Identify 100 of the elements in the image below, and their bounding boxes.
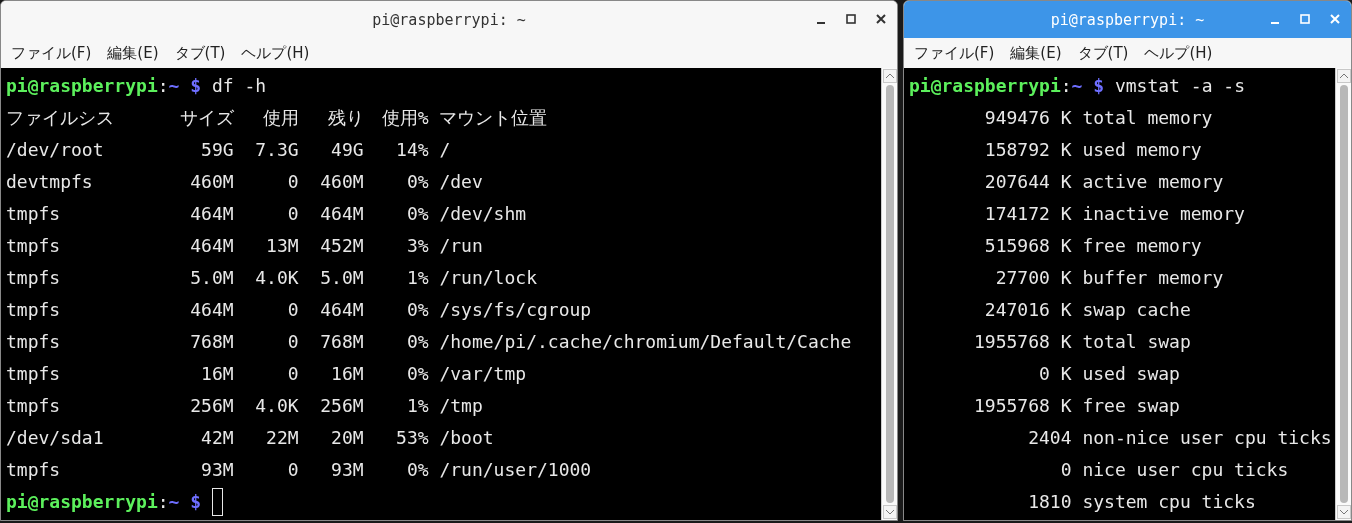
table-cell-text: devtmpfs	[6, 170, 94, 194]
table-cell-text: 0	[286, 458, 299, 482]
table-cell-text: 4.0K	[254, 394, 299, 418]
table-cell-text: 14%	[395, 138, 429, 162]
table-cell-text: 5.0M	[189, 266, 234, 290]
table-cell-text: tmpfs	[6, 202, 62, 226]
stat-label: buffer memory	[1082, 266, 1224, 290]
table-cell-text: 0	[286, 298, 299, 322]
stat-label: total memory	[1082, 106, 1213, 130]
table-cell-text: 93M	[200, 458, 234, 482]
table-cell-text: 49G	[330, 138, 364, 162]
scroll-down-icon[interactable]	[882, 505, 897, 519]
table-cell-text: /run	[438, 234, 484, 258]
table-cell-text: 460M	[189, 170, 234, 194]
table-cell-text: 0	[286, 202, 299, 226]
table-cell-text: /dev	[438, 170, 484, 194]
table-cell-text: 13M	[265, 234, 299, 258]
table-cell-text: tmpfs	[6, 234, 62, 258]
table-cell-text: 1%	[405, 266, 429, 290]
table-cell-text: tmpfs	[6, 458, 62, 482]
table-cell-text: 16M	[200, 362, 234, 386]
stat-value: 1810	[1027, 490, 1072, 514]
prompt-separator: :	[157, 490, 169, 514]
table-cell-text: 53%	[395, 426, 429, 450]
column-header: マウント位置	[438, 106, 549, 130]
maximize-icon[interactable]	[845, 13, 857, 25]
prompt-separator: :	[1060, 74, 1072, 98]
scrollbar[interactable]	[881, 68, 897, 520]
prompt-symbol: $	[1093, 74, 1105, 98]
command-text: df -h	[211, 74, 267, 98]
table-cell-text: 0%	[405, 298, 429, 322]
column-header: ファイルシス	[6, 106, 115, 130]
table-cell-text: tmpfs	[6, 362, 62, 386]
table-cell-text: 464M	[319, 298, 364, 322]
table-cell-text: 464M	[189, 298, 234, 322]
prompt-path: ~	[168, 74, 180, 98]
table-cell-text: 1%	[405, 394, 429, 418]
table-cell-text: /home/pi/.cache/chromium/Default/Cache	[438, 330, 853, 354]
column-header: サイズ	[178, 106, 234, 130]
table-cell-text: tmpfs	[6, 330, 62, 354]
stat-label: system cpu ticks	[1082, 490, 1256, 514]
menu-item[interactable]: タブ(T)	[174, 43, 226, 63]
table-cell-text: 0%	[405, 330, 429, 354]
scroll-up-icon[interactable]	[882, 69, 897, 83]
menu-item[interactable]: ファイル(F)	[914, 43, 995, 63]
stat-label: non-nice user cpu ticks	[1082, 426, 1332, 450]
table-cell-text: /run/user/1000	[438, 458, 593, 482]
table-cell-text: /var/tmp	[438, 362, 528, 386]
table-cell-text: 59G	[200, 138, 234, 162]
stat-value: 1955768 K	[973, 394, 1072, 418]
menu-item[interactable]: ヘルプ(H)	[1144, 43, 1213, 63]
table-cell-text: 0%	[405, 170, 429, 194]
table-cell-text: /	[438, 138, 452, 162]
table-cell-text: 7.3G	[254, 138, 299, 162]
close-icon[interactable]	[875, 13, 887, 25]
table-cell-text: 464M	[319, 202, 364, 226]
table-cell-text: 464M	[189, 234, 234, 258]
window-title: pi@raspberrypi: ~	[372, 10, 526, 29]
table-cell-text: tmpfs	[6, 394, 62, 418]
prompt-user-host: pi@raspberrypi	[6, 490, 158, 514]
prompt-separator: :	[157, 74, 169, 98]
table-cell-text: 16M	[330, 362, 364, 386]
stat-value: 949476 K	[983, 106, 1072, 130]
table-cell-text: /sys/fs/cgroup	[438, 298, 593, 322]
table-cell-text: 0	[286, 170, 299, 194]
table-cell-text: /tmp	[438, 394, 484, 418]
menu-item[interactable]: 編集(E)	[1010, 43, 1062, 63]
table-cell-text: 256M	[319, 394, 364, 418]
scrollbar[interactable]	[1335, 68, 1351, 520]
table-cell-text: 464M	[189, 202, 234, 226]
prompt-user-host: pi@raspberrypi	[909, 74, 1061, 98]
table-cell-text: tmpfs	[6, 298, 62, 322]
scroll-up-icon[interactable]	[1336, 69, 1351, 83]
table-cell-text: /boot	[438, 426, 495, 450]
table-cell-text: 4.0K	[254, 266, 299, 290]
stat-value: 0 K	[1038, 362, 1072, 386]
prompt-symbol: $	[190, 74, 202, 98]
table-cell-text: 93M	[330, 458, 364, 482]
stat-value: 247016 K	[983, 298, 1072, 322]
stat-label: active memory	[1082, 170, 1224, 194]
menu-item[interactable]: 編集(E)	[107, 43, 159, 63]
menu-item[interactable]: ヘルプ(H)	[241, 43, 310, 63]
table-cell-text: 20M	[330, 426, 364, 450]
prompt-symbol: $	[190, 490, 202, 514]
table-cell-text: 3%	[405, 234, 429, 258]
table-cell-text: 768M	[189, 330, 234, 354]
menu-item[interactable]: タブ(T)	[1077, 43, 1129, 63]
scroll-down-icon[interactable]	[1336, 505, 1351, 519]
table-cell-text: 22M	[265, 426, 299, 450]
menu-item[interactable]: ファイル(F)	[11, 43, 92, 63]
table-cell-text: tmpfs	[6, 266, 62, 290]
stat-label: free memory	[1082, 234, 1202, 258]
table-cell-text: 42M	[200, 426, 234, 450]
table-cell-text: 256M	[189, 394, 234, 418]
prompt-path: ~	[1071, 74, 1083, 98]
window-title: pi@raspberrypi: ~	[1050, 10, 1205, 29]
stat-value: 1955768 K	[973, 330, 1072, 354]
stat-value: 0	[1059, 458, 1072, 482]
table-cell-text: 0%	[405, 458, 429, 482]
table-cell-text: 768M	[319, 330, 364, 354]
